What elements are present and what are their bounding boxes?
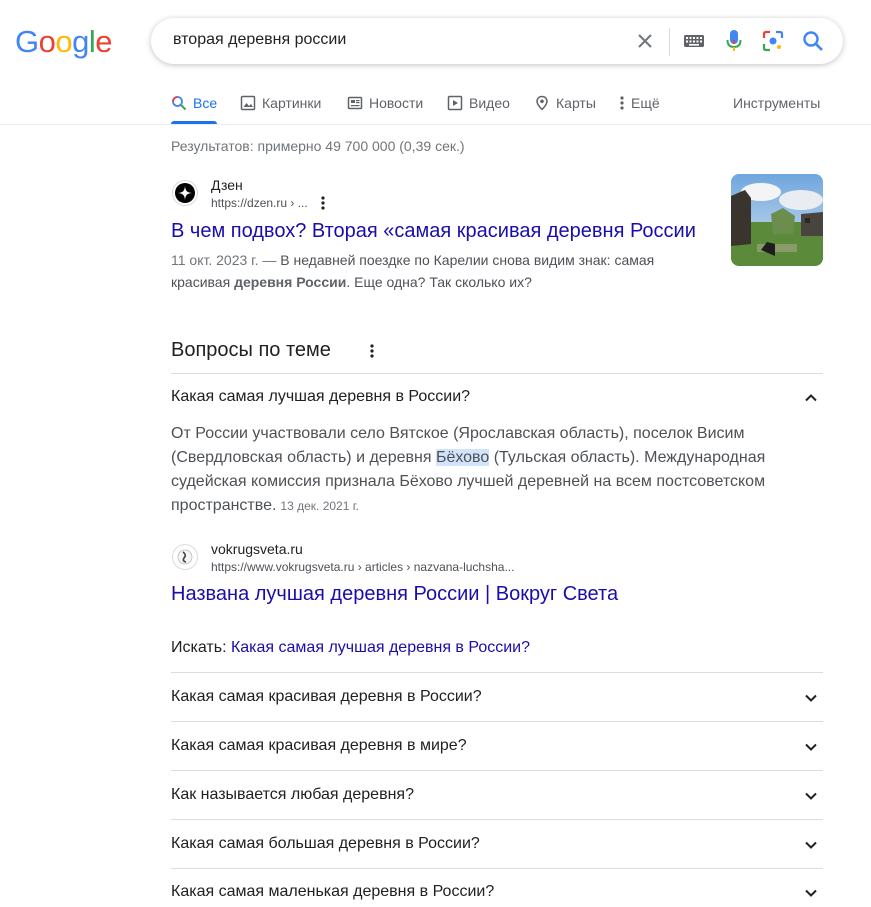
snippet-bold: деревня России <box>234 274 347 290</box>
search-input[interactable]: вторая деревня россии <box>173 31 346 49</box>
result-url[interactable]: https://dzen.ru › ... <box>211 196 308 210</box>
tab-news-label: Новости <box>369 95 424 111</box>
logo-letter: g <box>72 24 89 59</box>
source-site-name: vokrugsveta.ru <box>211 541 303 557</box>
more-options-icon[interactable] <box>320 195 326 216</box>
divider <box>171 672 823 673</box>
microphone-icon[interactable] <box>722 29 746 53</box>
chevron-up-icon[interactable] <box>802 389 820 407</box>
map-pin-icon <box>536 95 548 111</box>
paa-answer: От России участвовали село Вятское (Ярос… <box>171 422 811 518</box>
search-label: Искать: <box>171 639 231 656</box>
chevron-down-icon[interactable] <box>802 689 820 707</box>
result-date: 11 окт. 2023 г. — <box>171 252 281 268</box>
more-vert-icon <box>620 96 624 110</box>
result-title-link[interactable]: В чем подвох? Вторая «самая красивая дер… <box>171 218 696 244</box>
search-icon[interactable] <box>801 29 825 53</box>
paa-question[interactable]: Какая самая красивая деревня в мире? <box>171 737 467 755</box>
clear-icon[interactable] <box>633 29 657 53</box>
divider <box>171 868 823 869</box>
lens-icon[interactable] <box>761 29 785 53</box>
tab-news[interactable]: Новости <box>347 93 423 113</box>
image-icon <box>240 95 256 111</box>
logo-letter: o <box>55 24 73 59</box>
video-icon <box>447 95 463 111</box>
tab-all[interactable]: Все <box>171 93 217 113</box>
tab-maps-label: Карты <box>556 95 596 111</box>
paa-title: Вопросы по теме <box>171 339 331 361</box>
search-suggestion-link[interactable]: Какая самая лучшая деревня в России? <box>231 639 530 656</box>
tab-more-label: Ещё <box>631 95 660 111</box>
paa-question[interactable]: Какая самая большая деревня в России? <box>171 835 480 853</box>
chevron-down-icon[interactable] <box>802 787 820 805</box>
answer-highlight: Бёхово <box>435 449 490 466</box>
paa-question[interactable]: Какая самая маленькая деревня в России? <box>171 883 494 901</box>
tools-button[interactable]: Инструменты <box>733 93 820 113</box>
logo-letter: e <box>95 24 113 59</box>
paa-more-options-icon[interactable] <box>369 343 375 364</box>
chevron-down-icon[interactable] <box>802 884 820 902</box>
answer-date: 13 дек. 2021 г. <box>280 499 359 513</box>
tab-images-label: Картинки <box>262 95 322 111</box>
chevron-down-icon[interactable] <box>802 836 820 854</box>
snippet-text-end: . Еще одна? Так сколько их? <box>346 274 532 290</box>
divider <box>171 819 823 820</box>
google-logo[interactable]: Google <box>15 22 113 62</box>
divider <box>669 28 670 56</box>
news-icon <box>347 96 363 110</box>
tools-label: Инструменты <box>733 95 821 111</box>
result-snippet: 11 окт. 2023 г. — В недавней поездке по … <box>171 249 691 293</box>
tab-video-label: Видео <box>469 95 510 111</box>
paa-question[interactable]: Какая самая красивая деревня в России? <box>171 688 482 706</box>
tab-maps[interactable]: Карты <box>534 93 596 113</box>
search-icon <box>172 96 187 111</box>
divider <box>171 721 823 722</box>
divider <box>171 373 823 374</box>
keyboard-icon[interactable] <box>682 29 706 53</box>
vokrugsveta-favicon <box>172 544 198 570</box>
divider <box>171 770 823 771</box>
tab-video[interactable]: Видео <box>447 93 510 113</box>
paa-question-expanded[interactable]: Какая самая лучшая деревня в России? <box>171 388 470 406</box>
search-suggestion: Искать: Какая самая лучшая деревня в Рос… <box>171 639 530 657</box>
search-box[interactable]: вторая деревня россии <box>151 18 843 64</box>
tab-more[interactable]: Ещё <box>619 93 660 113</box>
tab-all-label: Все <box>193 95 218 111</box>
logo-letter: o <box>38 24 56 59</box>
logo-letter: G <box>15 24 39 59</box>
source-title-link[interactable]: Названа лучшая деревня России | Вокруг С… <box>171 581 618 607</box>
header-divider <box>0 124 871 125</box>
dzen-favicon <box>172 180 198 206</box>
source-url[interactable]: https://www.vokrugsveta.ru › articles › … <box>211 560 514 574</box>
paa-question[interactable]: Как называется любая деревня? <box>171 786 414 804</box>
result-stats: Результатов: примерно 49 700 000 (0,39 с… <box>171 138 465 154</box>
chevron-down-icon[interactable] <box>802 738 820 756</box>
result-thumbnail[interactable] <box>731 174 823 266</box>
result-site-name: Дзен <box>211 177 243 193</box>
tab-images[interactable]: Картинки <box>240 93 321 113</box>
